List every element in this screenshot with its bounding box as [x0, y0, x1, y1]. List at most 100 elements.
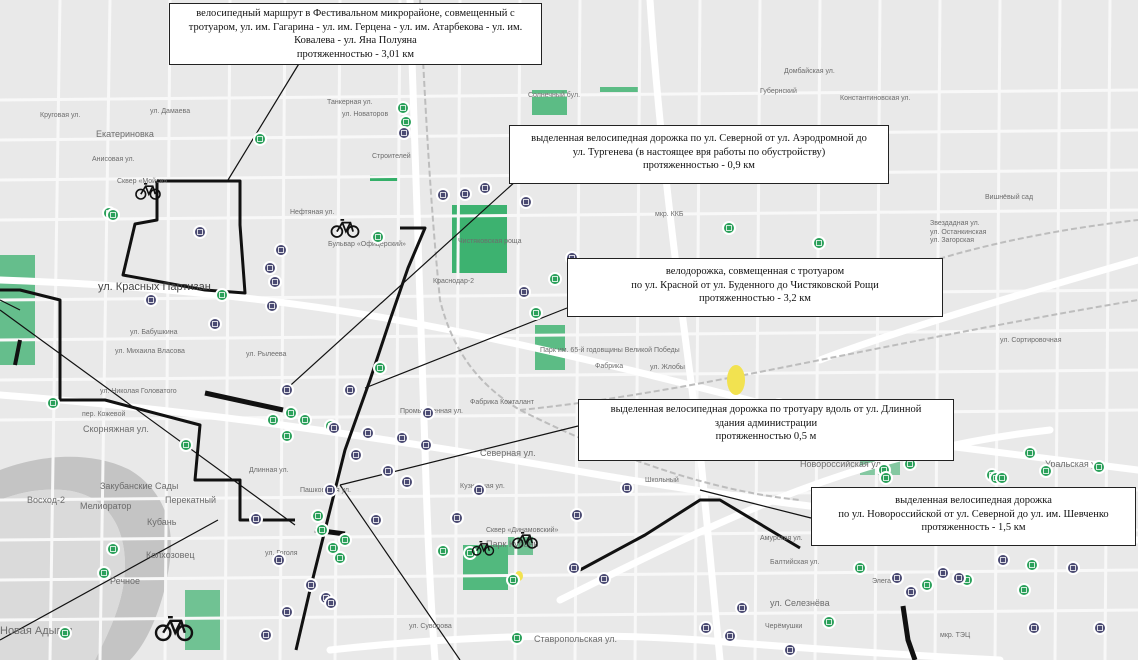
map-label: Губернский [760, 87, 797, 95]
parking-marker-icon[interactable] [879, 471, 893, 485]
parking-marker-icon[interactable] [58, 626, 72, 640]
rental-marker-icon[interactable] [274, 243, 288, 257]
parking-marker-icon[interactable] [46, 396, 60, 410]
parking-marker-icon[interactable] [506, 573, 520, 587]
rental-marker-icon[interactable] [144, 293, 158, 307]
parking-marker-icon[interactable] [529, 306, 543, 320]
parking-marker-icon[interactable] [920, 578, 934, 592]
map-label: Школьный [645, 476, 679, 484]
parking-marker-icon[interactable] [722, 221, 736, 235]
parking-marker-icon[interactable] [253, 132, 267, 146]
parking-marker-icon[interactable] [106, 208, 120, 222]
parking-marker-icon[interactable] [373, 361, 387, 375]
map-label: Скорняжная ул. [83, 424, 149, 434]
rental-marker-icon[interactable] [369, 513, 383, 527]
rental-marker-icon[interactable] [395, 431, 409, 445]
parking-marker-icon[interactable] [1092, 460, 1106, 474]
parking-marker-icon[interactable] [298, 413, 312, 427]
parking-marker-icon[interactable] [106, 542, 120, 556]
rental-marker-icon[interactable] [567, 561, 581, 575]
rental-marker-icon[interactable] [324, 596, 338, 610]
parking-marker-icon[interactable] [338, 533, 352, 547]
parking-marker-icon[interactable] [266, 413, 280, 427]
parking-marker-icon[interactable] [1023, 446, 1037, 460]
rental-marker-icon[interactable] [323, 483, 337, 497]
parking-marker-icon[interactable] [995, 471, 1009, 485]
rental-marker-icon[interactable] [263, 261, 277, 275]
parking-marker-icon[interactable] [280, 429, 294, 443]
rental-marker-icon[interactable] [1027, 621, 1041, 635]
rental-marker-icon[interactable] [419, 438, 433, 452]
rental-marker-icon[interactable] [304, 578, 318, 592]
map-label: Нефтяная ул. [290, 209, 334, 216]
rental-marker-icon[interactable] [193, 225, 207, 239]
rental-marker-icon[interactable] [952, 571, 966, 585]
parking-marker-icon[interactable] [179, 438, 193, 452]
parking-marker-icon[interactable] [1025, 558, 1039, 572]
rental-marker-icon[interactable] [381, 464, 395, 478]
rental-marker-icon[interactable] [436, 188, 450, 202]
rental-marker-icon[interactable] [259, 628, 273, 642]
parking-marker-icon[interactable] [371, 230, 385, 244]
rental-marker-icon[interactable] [400, 475, 414, 489]
parking-marker-icon[interactable] [396, 101, 410, 115]
parking-marker-icon[interactable] [97, 566, 111, 580]
map-label: Бульвар «Офицерский» [328, 240, 406, 248]
map-label: Чистяковская роща [458, 238, 522, 245]
parking-marker-icon[interactable] [399, 115, 413, 129]
callout-festivalny: велосипедный маршрут в Фестивальном микр… [169, 3, 542, 65]
map-label: Домбайская ул. [784, 67, 835, 75]
callout-dlinnaya: выделенная велосипедная дорожка по троту… [578, 399, 954, 461]
parking-marker-icon[interactable] [853, 561, 867, 575]
rental-marker-icon[interactable] [249, 512, 263, 526]
rental-marker-icon[interactable] [735, 601, 749, 615]
rental-marker-icon[interactable] [349, 448, 363, 462]
rental-marker-icon[interactable] [361, 426, 375, 440]
rental-marker-icon[interactable] [272, 553, 286, 567]
rental-marker-icon[interactable] [397, 126, 411, 140]
rental-marker-icon[interactable] [890, 571, 904, 585]
parking-marker-icon[interactable] [822, 615, 836, 629]
rental-marker-icon[interactable] [343, 383, 357, 397]
parking-marker-icon[interactable] [315, 523, 329, 537]
parking-marker-icon[interactable] [311, 509, 325, 523]
parking-marker-icon[interactable] [1039, 464, 1053, 478]
rental-marker-icon[interactable] [519, 195, 533, 209]
rental-marker-icon[interactable] [327, 421, 341, 435]
callout-novorossiyskaya: выделенная велосипедная дорожка по ул. Н… [811, 487, 1136, 546]
rental-marker-icon[interactable] [996, 553, 1010, 567]
rental-marker-icon[interactable] [265, 299, 279, 313]
rental-marker-icon[interactable] [904, 585, 918, 599]
rental-marker-icon[interactable] [597, 572, 611, 586]
parking-marker-icon[interactable] [812, 236, 826, 250]
rental-marker-icon[interactable] [936, 566, 950, 580]
rental-marker-icon[interactable] [620, 481, 634, 495]
rental-marker-icon[interactable] [723, 629, 737, 643]
rental-marker-icon[interactable] [517, 285, 531, 299]
rental-marker-icon[interactable] [280, 605, 294, 619]
parking-marker-icon[interactable] [510, 631, 524, 645]
callout-line: протяженностью 0,5 м [715, 431, 817, 443]
map-label: Восход-2 [27, 495, 65, 505]
parking-marker-icon[interactable] [548, 272, 562, 286]
parking-marker-icon[interactable] [463, 546, 477, 560]
rental-marker-icon[interactable] [450, 511, 464, 525]
parking-marker-icon[interactable] [284, 406, 298, 420]
rental-marker-icon[interactable] [699, 621, 713, 635]
rental-marker-icon[interactable] [478, 181, 492, 195]
parking-marker-icon[interactable] [333, 551, 347, 565]
city-map[interactable]: Солнечный бул. Екатериновка Круговая ул.… [0, 0, 1138, 660]
rental-marker-icon[interactable] [783, 643, 797, 657]
rental-marker-icon[interactable] [1066, 561, 1080, 575]
rental-marker-icon[interactable] [570, 508, 584, 522]
parking-marker-icon[interactable] [215, 288, 229, 302]
rental-marker-icon[interactable] [1093, 621, 1107, 635]
rental-marker-icon[interactable] [268, 275, 282, 289]
rental-marker-icon[interactable] [208, 317, 222, 331]
rental-marker-icon[interactable] [280, 383, 294, 397]
rental-marker-icon[interactable] [458, 187, 472, 201]
rental-marker-icon[interactable] [421, 406, 435, 420]
parking-marker-icon[interactable] [436, 544, 450, 558]
parking-marker-icon[interactable] [1017, 583, 1031, 597]
rental-marker-icon[interactable] [472, 483, 486, 497]
